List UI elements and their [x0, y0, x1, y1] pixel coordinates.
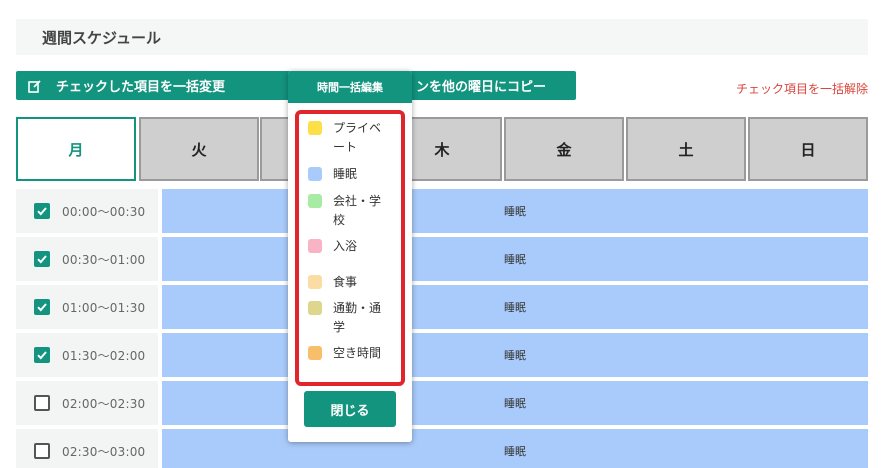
day-tab-label: 月: [68, 140, 84, 159]
bulk-change-button[interactable]: チェックした項目を一括変更: [16, 71, 294, 100]
category-swatch: [308, 167, 322, 181]
activity-block[interactable]: 睡眠: [162, 189, 868, 233]
activity-block[interactable]: 睡眠: [162, 429, 868, 468]
category-item-private[interactable]: プライベート: [308, 119, 387, 157]
category-swatch: [308, 121, 322, 135]
edit-icon: [28, 79, 42, 93]
category-swatch: [308, 301, 322, 315]
time-cell: 00:30〜01:00: [16, 237, 158, 281]
schedule-row: 01:00〜01:30 睡眠: [16, 285, 868, 329]
category-item-work-school[interactable]: 会社・学校: [308, 192, 387, 230]
category-item-meal[interactable]: 食事: [308, 273, 387, 292]
activity-block[interactable]: 睡眠: [162, 333, 868, 377]
category-swatch: [308, 239, 322, 253]
time-label: 02:00〜02:30: [62, 396, 146, 411]
schedule-row: 02:30〜03:00 睡眠: [16, 429, 868, 468]
category-item-sleep[interactable]: 睡眠: [308, 165, 387, 184]
day-tab-sun[interactable]: 日: [748, 117, 868, 181]
day-tab-label: 土: [678, 140, 694, 159]
row-checkbox[interactable]: [34, 299, 50, 315]
activity-block[interactable]: 睡眠: [162, 237, 868, 281]
day-tab-fri[interactable]: 金: [504, 117, 624, 181]
bulk-time-edit-popup: 時間一括編集 プライベート 睡眠 会社・学校 入浴 食事 通勤・通学 空き時間: [288, 71, 412, 442]
category-swatch: [308, 194, 322, 208]
popup-title: 時間一括編集: [288, 71, 412, 103]
time-label: 01:00〜01:30: [62, 300, 146, 315]
category-item-free-time[interactable]: 空き時間: [308, 344, 387, 363]
time-label: 00:30〜01:00: [62, 252, 146, 267]
time-label: 02:30〜03:00: [62, 444, 146, 459]
schedule-row: 00:30〜01:00 睡眠: [16, 237, 868, 281]
day-tabs: 月 火 木 金 土 日: [16, 117, 868, 181]
day-tab-label: 金: [556, 140, 572, 159]
category-label: 空き時間: [333, 346, 382, 360]
time-cell: 02:30〜03:00: [16, 429, 158, 468]
time-cell: 01:30〜02:00: [16, 333, 158, 377]
page-title: 週間スケジュール: [42, 28, 161, 47]
category-list: プライベート 睡眠 会社・学校 入浴 食事 通勤・通学 空き時間: [295, 110, 405, 386]
category-item-commute[interactable]: 通勤・通学: [308, 299, 387, 337]
time-cell: 00:00〜00:30: [16, 189, 158, 233]
time-label: 00:00〜00:30: [62, 204, 146, 219]
category-label: 会社・学校: [333, 194, 382, 227]
category-swatch: [308, 275, 322, 289]
row-checkbox[interactable]: [34, 251, 50, 267]
row-checkbox[interactable]: [34, 347, 50, 363]
category-label: 睡眠: [333, 167, 358, 181]
time-cell: 02:00〜02:30: [16, 381, 158, 425]
day-tab-label: 木: [434, 140, 450, 159]
row-checkbox[interactable]: [34, 443, 50, 459]
clear-checked-link[interactable]: チェック項目を一括解除: [736, 80, 868, 97]
time-label: 01:30〜02:00: [62, 348, 146, 363]
schedule-row: 01:30〜02:00 睡眠: [16, 333, 868, 377]
copy-to-other-days-button[interactable]: ンを他の曜日にコピー: [404, 71, 576, 100]
category-label: プライベート: [333, 121, 382, 154]
day-tab-sat[interactable]: 土: [626, 117, 746, 181]
row-checkbox[interactable]: [34, 203, 50, 219]
activity-block[interactable]: 睡眠: [162, 381, 868, 425]
category-label: 食事: [333, 275, 358, 289]
schedule-row: 02:00〜02:30 睡眠: [16, 381, 868, 425]
day-tab-mon[interactable]: 月: [16, 117, 136, 181]
activity-block[interactable]: 睡眠: [162, 285, 868, 329]
row-checkbox[interactable]: [34, 395, 50, 411]
day-tab-label: 日: [800, 140, 816, 159]
close-button[interactable]: 閉じる: [304, 391, 396, 427]
day-tab-tue[interactable]: 火: [139, 117, 259, 181]
category-item-bath[interactable]: 入浴: [308, 237, 387, 256]
page-header: 週間スケジュール: [16, 19, 868, 55]
day-tab-label: 火: [191, 140, 207, 159]
time-cell: 01:00〜01:30: [16, 285, 158, 329]
category-label: 入浴: [333, 239, 358, 253]
bulk-change-label: チェックした項目を一括変更: [56, 80, 226, 95]
schedule-row: 00:00〜00:30 睡眠: [16, 189, 868, 233]
category-swatch: [308, 346, 322, 360]
copy-label: ンを他の曜日にコピー: [416, 80, 547, 95]
category-label: 通勤・通学: [333, 301, 382, 334]
